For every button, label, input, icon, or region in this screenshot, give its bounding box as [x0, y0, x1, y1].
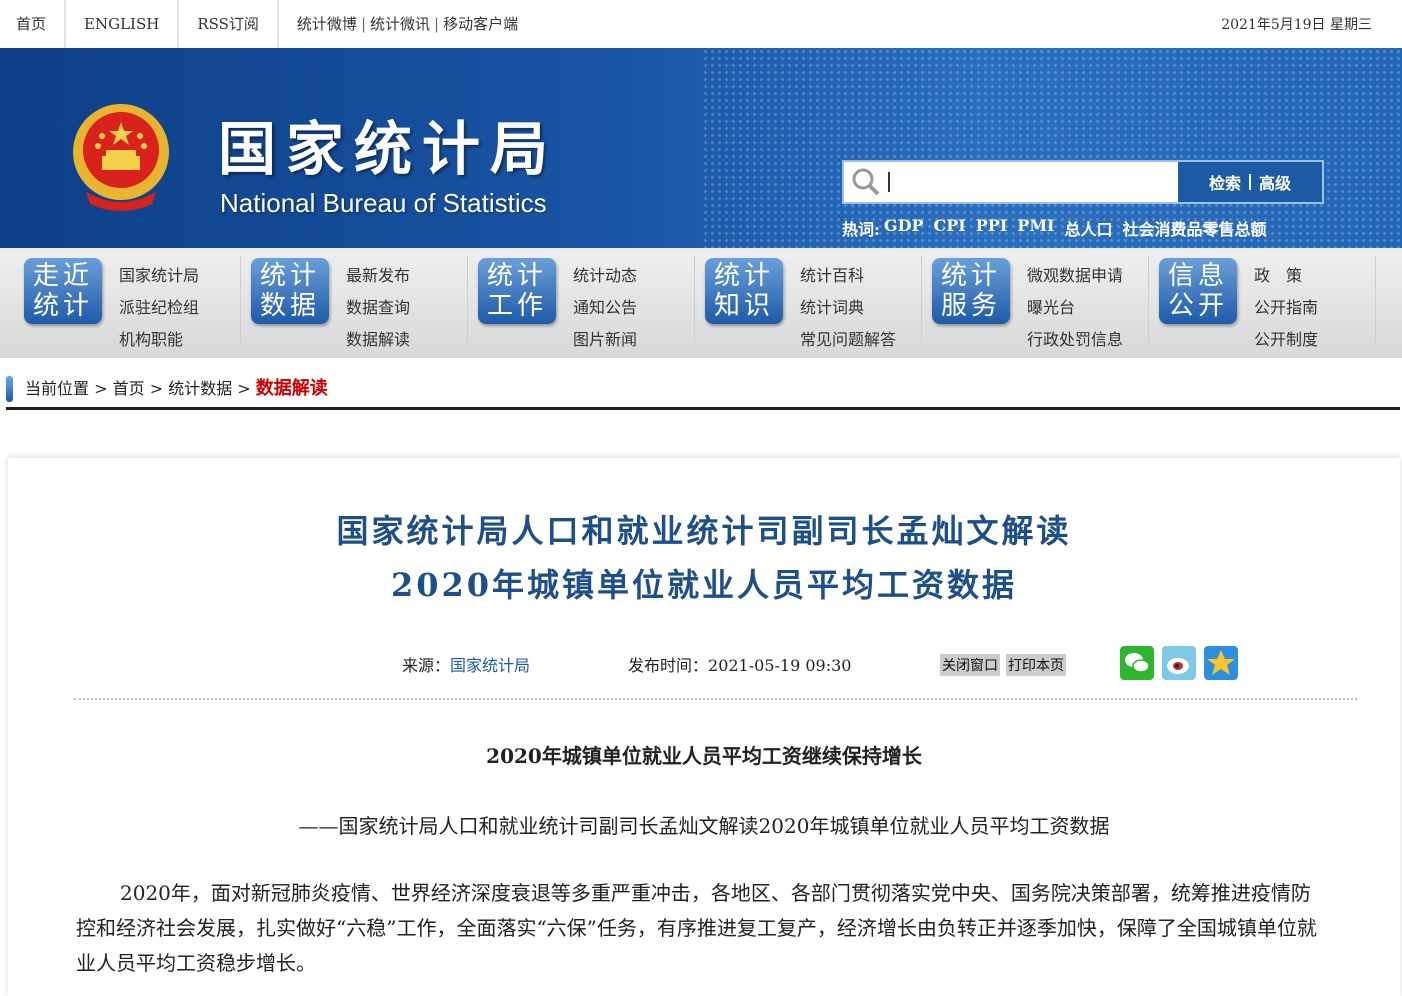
nav-link[interactable]: 公开指南	[1254, 292, 1318, 324]
nav-link[interactable]: 统计百科	[800, 260, 896, 292]
print-page-button[interactable]: 打印本页	[1006, 654, 1066, 676]
breadcrumb-section[interactable]: 统计数据	[168, 374, 232, 404]
nav-link[interactable]: 图片新闻	[573, 324, 637, 356]
nav-group-service: 统计服务 微观数据申请 曝光台 行政处罚信息	[932, 248, 1159, 358]
breadcrumb-separator: >	[232, 379, 256, 398]
hot-word-link[interactable]: CPI	[934, 216, 966, 240]
breadcrumb-marker	[6, 376, 13, 402]
search-input[interactable]	[888, 172, 1178, 192]
hot-word-link[interactable]: PPI	[976, 216, 1008, 240]
nav-badge-knowledge[interactable]: 统计知识	[705, 258, 783, 324]
hot-word-link[interactable]: 总人口	[1065, 216, 1113, 240]
nav-link[interactable]: 统计词典	[800, 292, 896, 324]
nav-link[interactable]: 微观数据申请	[1027, 260, 1123, 292]
article-source: 来源：国家统计局	[402, 652, 530, 676]
nav-group-disclosure: 信息公开 政 策 公开指南 公开制度	[1159, 248, 1386, 358]
nav-link[interactable]: 派驻纪检组	[119, 292, 199, 324]
breadcrumb-label: 当前位置	[25, 379, 90, 398]
weixun-link[interactable]: 统计微讯	[370, 0, 430, 48]
hot-words-label: 热词:	[842, 220, 880, 239]
breadcrumb-separator: >	[89, 379, 113, 398]
site-banner: 国家统计局 National Bureau of Statistics 检索 高…	[0, 48, 1402, 248]
nav-link[interactable]: 行政处罚信息	[1027, 324, 1123, 356]
article: 国家统计局人口和就业统计司副司长孟灿文解读 2020年城镇单位就业人员平均工资数…	[8, 458, 1400, 996]
separator: |	[434, 15, 440, 33]
nav-badge-about[interactable]: 走近统计	[24, 258, 102, 324]
breadcrumb-separator: >	[144, 379, 169, 398]
nav-link[interactable]: 公开制度	[1254, 324, 1318, 356]
hot-words: 热词: GDP CPI PPI PMI 总人口 社会消费品零售总额	[842, 216, 1277, 240]
weibo-share-icon[interactable]	[1162, 646, 1196, 680]
qzone-share-icon[interactable]	[1204, 646, 1238, 680]
hot-word-link[interactable]: GDP	[884, 216, 924, 240]
article-subheading: ——国家统计局人口和就业统计司副司长孟灿文解读2020年城镇单位就业人员平均工资…	[298, 814, 1110, 838]
current-date: 2021年5月19日 星期三	[1221, 17, 1372, 33]
breadcrumb: 当前位置 > 首页 > 统计数据 > 数据解读	[6, 374, 1400, 410]
article-heading: 2020年城镇单位就业人员平均工资继续保持增长	[486, 744, 922, 768]
source-link[interactable]: 国家统计局	[450, 656, 530, 675]
nav-link[interactable]: 国家统计局	[119, 260, 199, 292]
top-bar: 首页 ENGLISH RSS订阅 统计微博 | 统计微讯 | 移动客户端 202…	[0, 0, 1402, 48]
nav-link[interactable]: 通知公告	[573, 292, 637, 324]
breadcrumb-current[interactable]: 数据解读	[256, 374, 328, 404]
nav-link[interactable]: 曝光台	[1027, 292, 1123, 324]
site-title-en: National Bureau of Statistics	[220, 188, 547, 218]
nav-badge-service[interactable]: 统计服务	[932, 258, 1010, 324]
nav-group-knowledge: 统计知识 统计百科 统计词典 常见问题解答	[705, 248, 932, 358]
nav-link[interactable]: 数据查询	[346, 292, 410, 324]
search-box: 检索 高级	[842, 160, 1324, 204]
search-buttons: 检索 高级	[1178, 162, 1322, 202]
nav-link[interactable]: 政 策	[1254, 260, 1318, 292]
article-title-line1: 国家统计局人口和就业统计司副司长孟灿文解读	[336, 512, 1072, 550]
breadcrumb-home[interactable]: 首页	[113, 374, 145, 404]
close-window-button[interactable]: 关闭窗口	[940, 654, 1000, 676]
nav-badge-disclosure[interactable]: 信息公开	[1159, 258, 1237, 324]
source-label: 来源：	[402, 656, 451, 675]
social-links: 统计微博 | 统计微讯 | 移动客户端	[279, 0, 536, 48]
nav-link[interactable]: 最新发布	[346, 260, 410, 292]
site-title-cn: 国家统计局	[218, 115, 559, 183]
hot-word-link[interactable]: 社会消费品零售总额	[1123, 216, 1267, 240]
divider	[1249, 174, 1251, 190]
home-link[interactable]: 首页	[0, 0, 67, 48]
nav-link[interactable]: 统计动态	[573, 260, 637, 292]
article-title: 国家统计局人口和就业统计司副司长孟灿文解读 2020年城镇单位就业人员平均工资数…	[8, 504, 1400, 612]
weibo-link[interactable]: 统计微博	[297, 0, 357, 48]
advanced-search-button[interactable]: 高级	[1259, 170, 1291, 194]
english-link[interactable]: ENGLISH	[66, 0, 180, 48]
nav-link[interactable]: 机构职能	[119, 324, 199, 356]
nav-group-work: 统计工作 统计动态 通知公告 图片新闻	[478, 248, 705, 358]
rss-link[interactable]: RSS订阅	[179, 0, 279, 48]
search-icon	[844, 162, 888, 202]
hot-word-link[interactable]: PMI	[1017, 216, 1054, 240]
national-emblem-icon	[73, 104, 169, 211]
nav-badge-data[interactable]: 统计数据	[251, 258, 329, 324]
nav-group-data: 统计数据 最新发布 数据查询 数据解读	[251, 248, 478, 358]
publish-time-label: 发布时间：	[628, 656, 709, 675]
separator: |	[360, 15, 366, 33]
wechat-share-icon[interactable]	[1120, 646, 1154, 680]
nav-group-about: 走近统计 国家统计局 派驻纪检组 机构职能	[24, 248, 251, 358]
article-meta: 来源：国家统计局 发布时间：2021-05-19 09:30 关闭窗口 打印本页	[8, 646, 1400, 682]
mobile-client-link[interactable]: 移动客户端	[443, 0, 518, 48]
publish-time-value: 2021-05-19 09:30	[708, 656, 852, 675]
article-paragraph: 2020年，面对新冠肺炎疫情、世界经济深度衰退等多重严重冲击，各地区、各部门贯彻…	[76, 881, 1317, 975]
main-nav: 走近统计 国家统计局 派驻纪检组 机构职能 统计数据 最新发布 数据查询 数据解…	[0, 248, 1402, 358]
nav-link[interactable]: 常见问题解答	[800, 324, 896, 356]
divider-line	[74, 698, 1357, 700]
nav-link[interactable]: 数据解读	[346, 324, 410, 356]
search-button[interactable]: 检索	[1209, 170, 1241, 194]
publish-time: 发布时间：2021-05-19 09:30	[628, 652, 851, 676]
nav-badge-work[interactable]: 统计工作	[478, 258, 556, 324]
article-title-line2: 2020年城镇单位就业人员平均工资数据	[390, 566, 1018, 604]
